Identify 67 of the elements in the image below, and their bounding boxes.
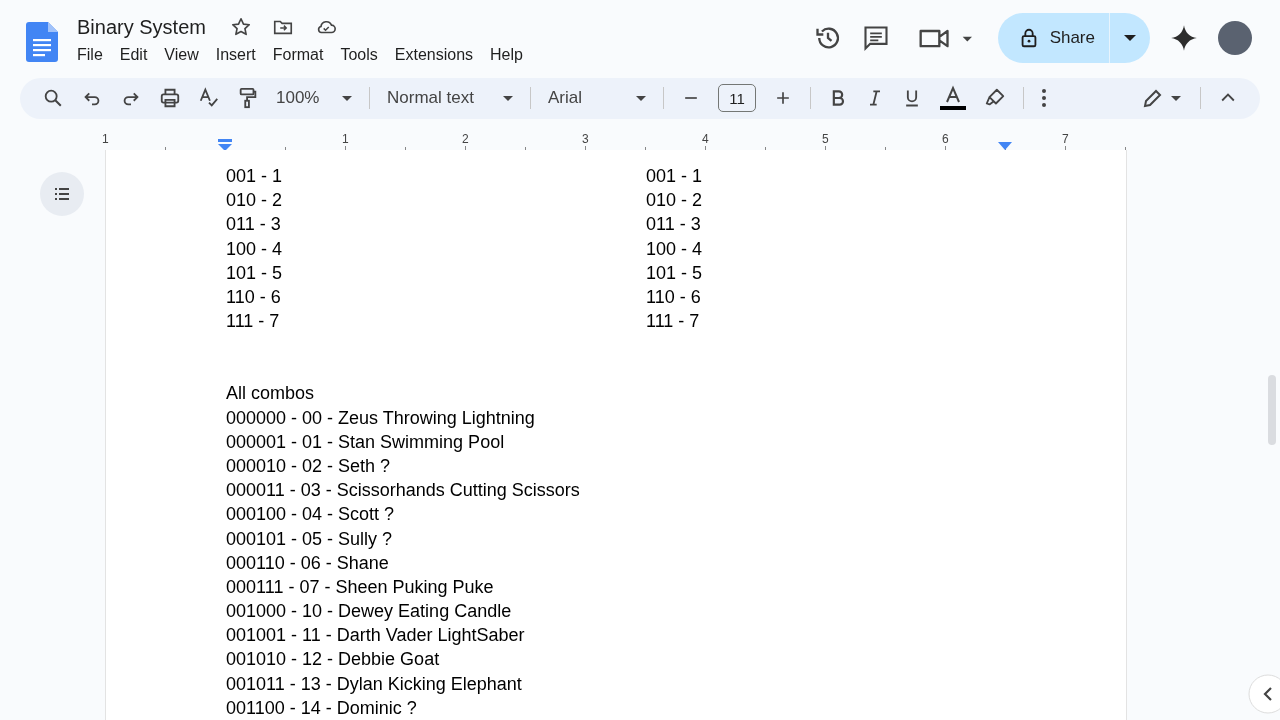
menu-item[interactable]: Extensions <box>394 46 474 64</box>
star-icon[interactable] <box>229 16 252 38</box>
document-line: 010 - 2 <box>646 189 704 213</box>
document-line: 000110 - 06 - Shane <box>226 551 390 575</box>
document-line: 111 - 7 <box>646 310 701 334</box>
menu-item[interactable]: Format <box>272 46 324 64</box>
document-line: 001010 - 12 - Debbie Goat <box>226 648 441 672</box>
document-line: 111 - 7 <box>226 310 281 334</box>
caret-icon <box>503 95 513 101</box>
document-line: 000101 - 05 - Sully ? <box>226 527 394 551</box>
menu-item[interactable]: Insert <box>215 46 256 64</box>
ruler-number: 4 <box>701 131 710 146</box>
document-line: 101 - 5 <box>646 261 704 285</box>
font-dropdown[interactable]: Arial <box>548 88 646 109</box>
document-line: 100 - 4 <box>226 237 284 261</box>
document-line: 000111 - 07 - Sheen Puking Puke <box>226 575 495 599</box>
indent-marker-icon[interactable] <box>218 138 232 151</box>
ruler-number: 2 <box>461 131 470 146</box>
document-line: 001000 - 10 - Dewey Eating Candle <box>226 600 513 624</box>
document-line: 001 - 1 <box>646 165 704 189</box>
text-color-icon[interactable] <box>939 84 967 113</box>
outline-icon[interactable] <box>40 172 84 217</box>
document-line: 000000 - 00 - Zeus Throwing Lightning <box>226 406 536 430</box>
caret-icon[interactable] <box>1124 35 1136 41</box>
document-line: 000011 - 03 - Scissorhands Cutting Scissors <box>226 479 581 503</box>
caret-icon <box>342 95 352 101</box>
side-panel-toggle-icon[interactable] <box>1248 674 1280 714</box>
ruler-number: 5 <box>821 131 830 146</box>
zoom-dropdown[interactable]: 100% <box>276 88 352 109</box>
ruler-number: 6 <box>941 131 950 146</box>
menu-item[interactable]: Edit <box>119 46 148 64</box>
document-line: 110 - 6 <box>646 286 702 309</box>
scrollbar-thumb[interactable] <box>1268 375 1276 446</box>
document-line: 001 - 1 <box>226 165 284 189</box>
document-line: 101 - 5 <box>226 261 284 285</box>
font-size-field[interactable]: 11 <box>718 84 756 113</box>
document-line: 011 - 3 <box>646 213 702 237</box>
document-line: 001011 - 13 - Dylan Kicking Elephant <box>226 672 523 696</box>
document-line: 000100 - 04 - Scott ? <box>226 503 396 527</box>
avatar[interactable] <box>1218 21 1252 55</box>
sparkle-icon[interactable] <box>1170 24 1198 52</box>
document-line: 110 - 6 <box>226 286 282 309</box>
document-line: 000010 - 02 - Seth ? <box>226 454 392 478</box>
document-line: 100 - 4 <box>646 237 704 261</box>
comment-icon[interactable] <box>861 24 890 52</box>
share-button[interactable]: Share <box>997 13 1110 63</box>
caret-icon <box>636 95 646 101</box>
docs-logo-icon[interactable] <box>26 22 58 62</box>
menu-item[interactable]: View <box>164 46 199 64</box>
ruler-number: 3 <box>581 131 590 146</box>
ruler-number: 1 <box>101 131 110 146</box>
document-line: 001001 - 11 - Darth Vader LightSaber <box>226 624 526 648</box>
document-heading: All combos <box>226 382 316 406</box>
menu-item[interactable]: File <box>77 46 103 64</box>
more-options-icon[interactable] <box>1041 88 1047 109</box>
document-title[interactable]: Binary System <box>77 15 206 39</box>
menu-item[interactable]: Help <box>490 46 523 64</box>
ruler-number: 1 <box>341 131 350 146</box>
document-line: 001100 - 14 - Dominic ? <box>226 696 418 720</box>
document-line: 010 - 2 <box>226 189 284 213</box>
document-line: 011 - 3 <box>226 213 282 237</box>
text-style-dropdown[interactable]: Normal text <box>387 88 513 109</box>
document-line: 000001 - 01 - Stan Swimming Pool <box>226 430 506 454</box>
menu-item[interactable]: Tools <box>340 46 378 64</box>
paint-format-icon[interactable] <box>237 87 259 110</box>
print-icon[interactable] <box>159 87 181 110</box>
ruler-number: 7 <box>1061 131 1070 146</box>
